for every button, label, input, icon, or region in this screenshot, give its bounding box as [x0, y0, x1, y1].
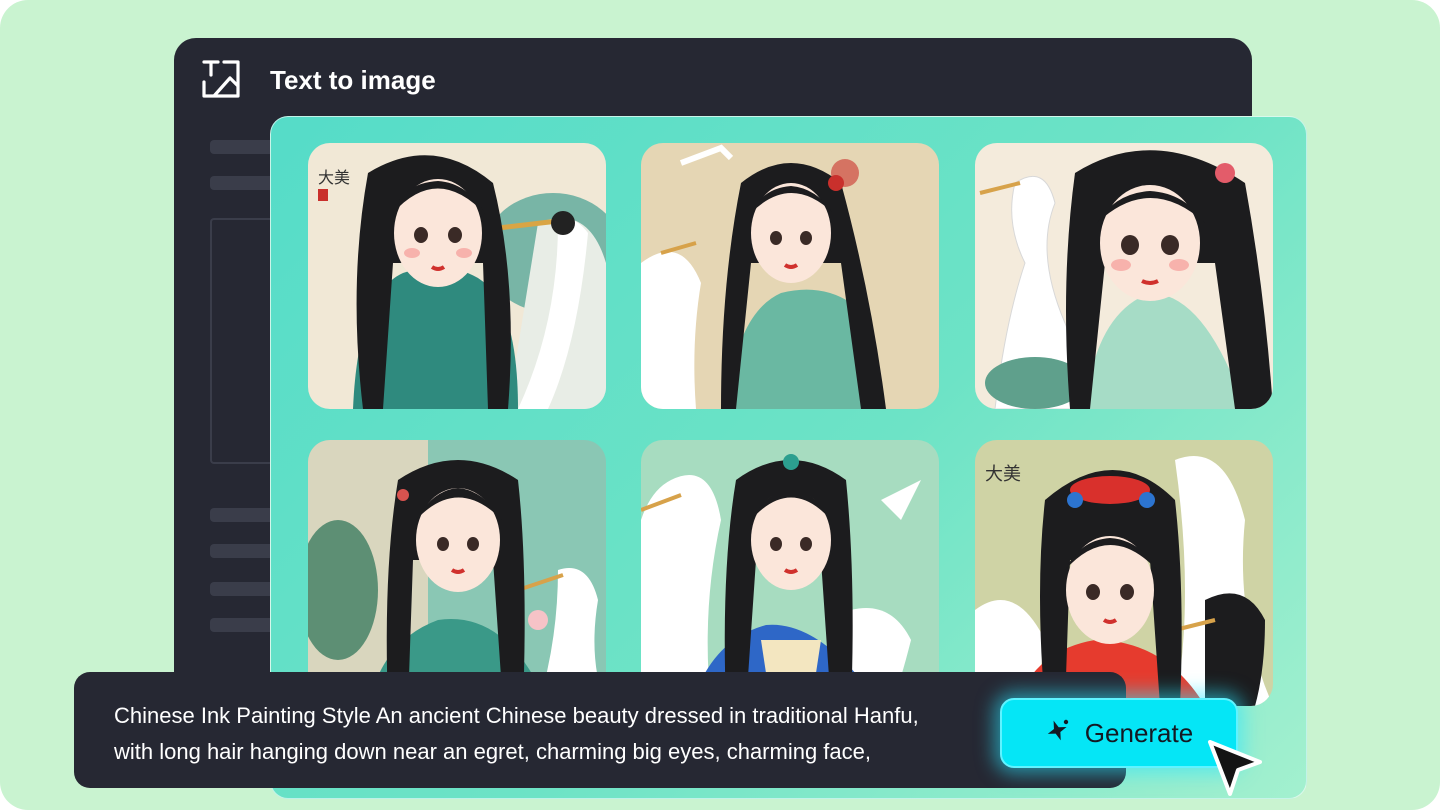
svg-text:大美: 大美	[318, 168, 350, 187]
generated-image[interactable]: 大美	[308, 143, 606, 409]
window-header: Text to image	[174, 38, 1252, 122]
stage: Text to image 大美 大美 Chinese Ink Painting…	[0, 0, 1440, 810]
generated-image[interactable]	[308, 440, 606, 706]
text-to-image-icon	[200, 58, 242, 100]
sparkle-icon	[1045, 718, 1071, 749]
prompt-line: Chinese Ink Painting Style An ancient Ch…	[114, 703, 919, 728]
prompt-input[interactable]: Chinese Ink Painting Style An ancient Ch…	[74, 672, 1126, 788]
generated-image[interactable]	[975, 143, 1273, 409]
window-title: Text to image	[270, 65, 436, 95]
generate-label: Generate	[1084, 717, 1194, 748]
generated-image[interactable]: 大美	[975, 440, 1273, 706]
generate-button[interactable]: Generate	[1000, 698, 1238, 768]
svg-text:大美: 大美	[985, 464, 1021, 485]
generated-image[interactable]	[641, 143, 939, 409]
cursor-arrow-icon	[1206, 738, 1264, 798]
generated-image[interactable]	[641, 440, 939, 706]
prompt-line: with long hair hanging down near an egre…	[114, 739, 872, 764]
prompt-text[interactable]: Chinese Ink Painting Style An ancient Ch…	[114, 698, 974, 770]
